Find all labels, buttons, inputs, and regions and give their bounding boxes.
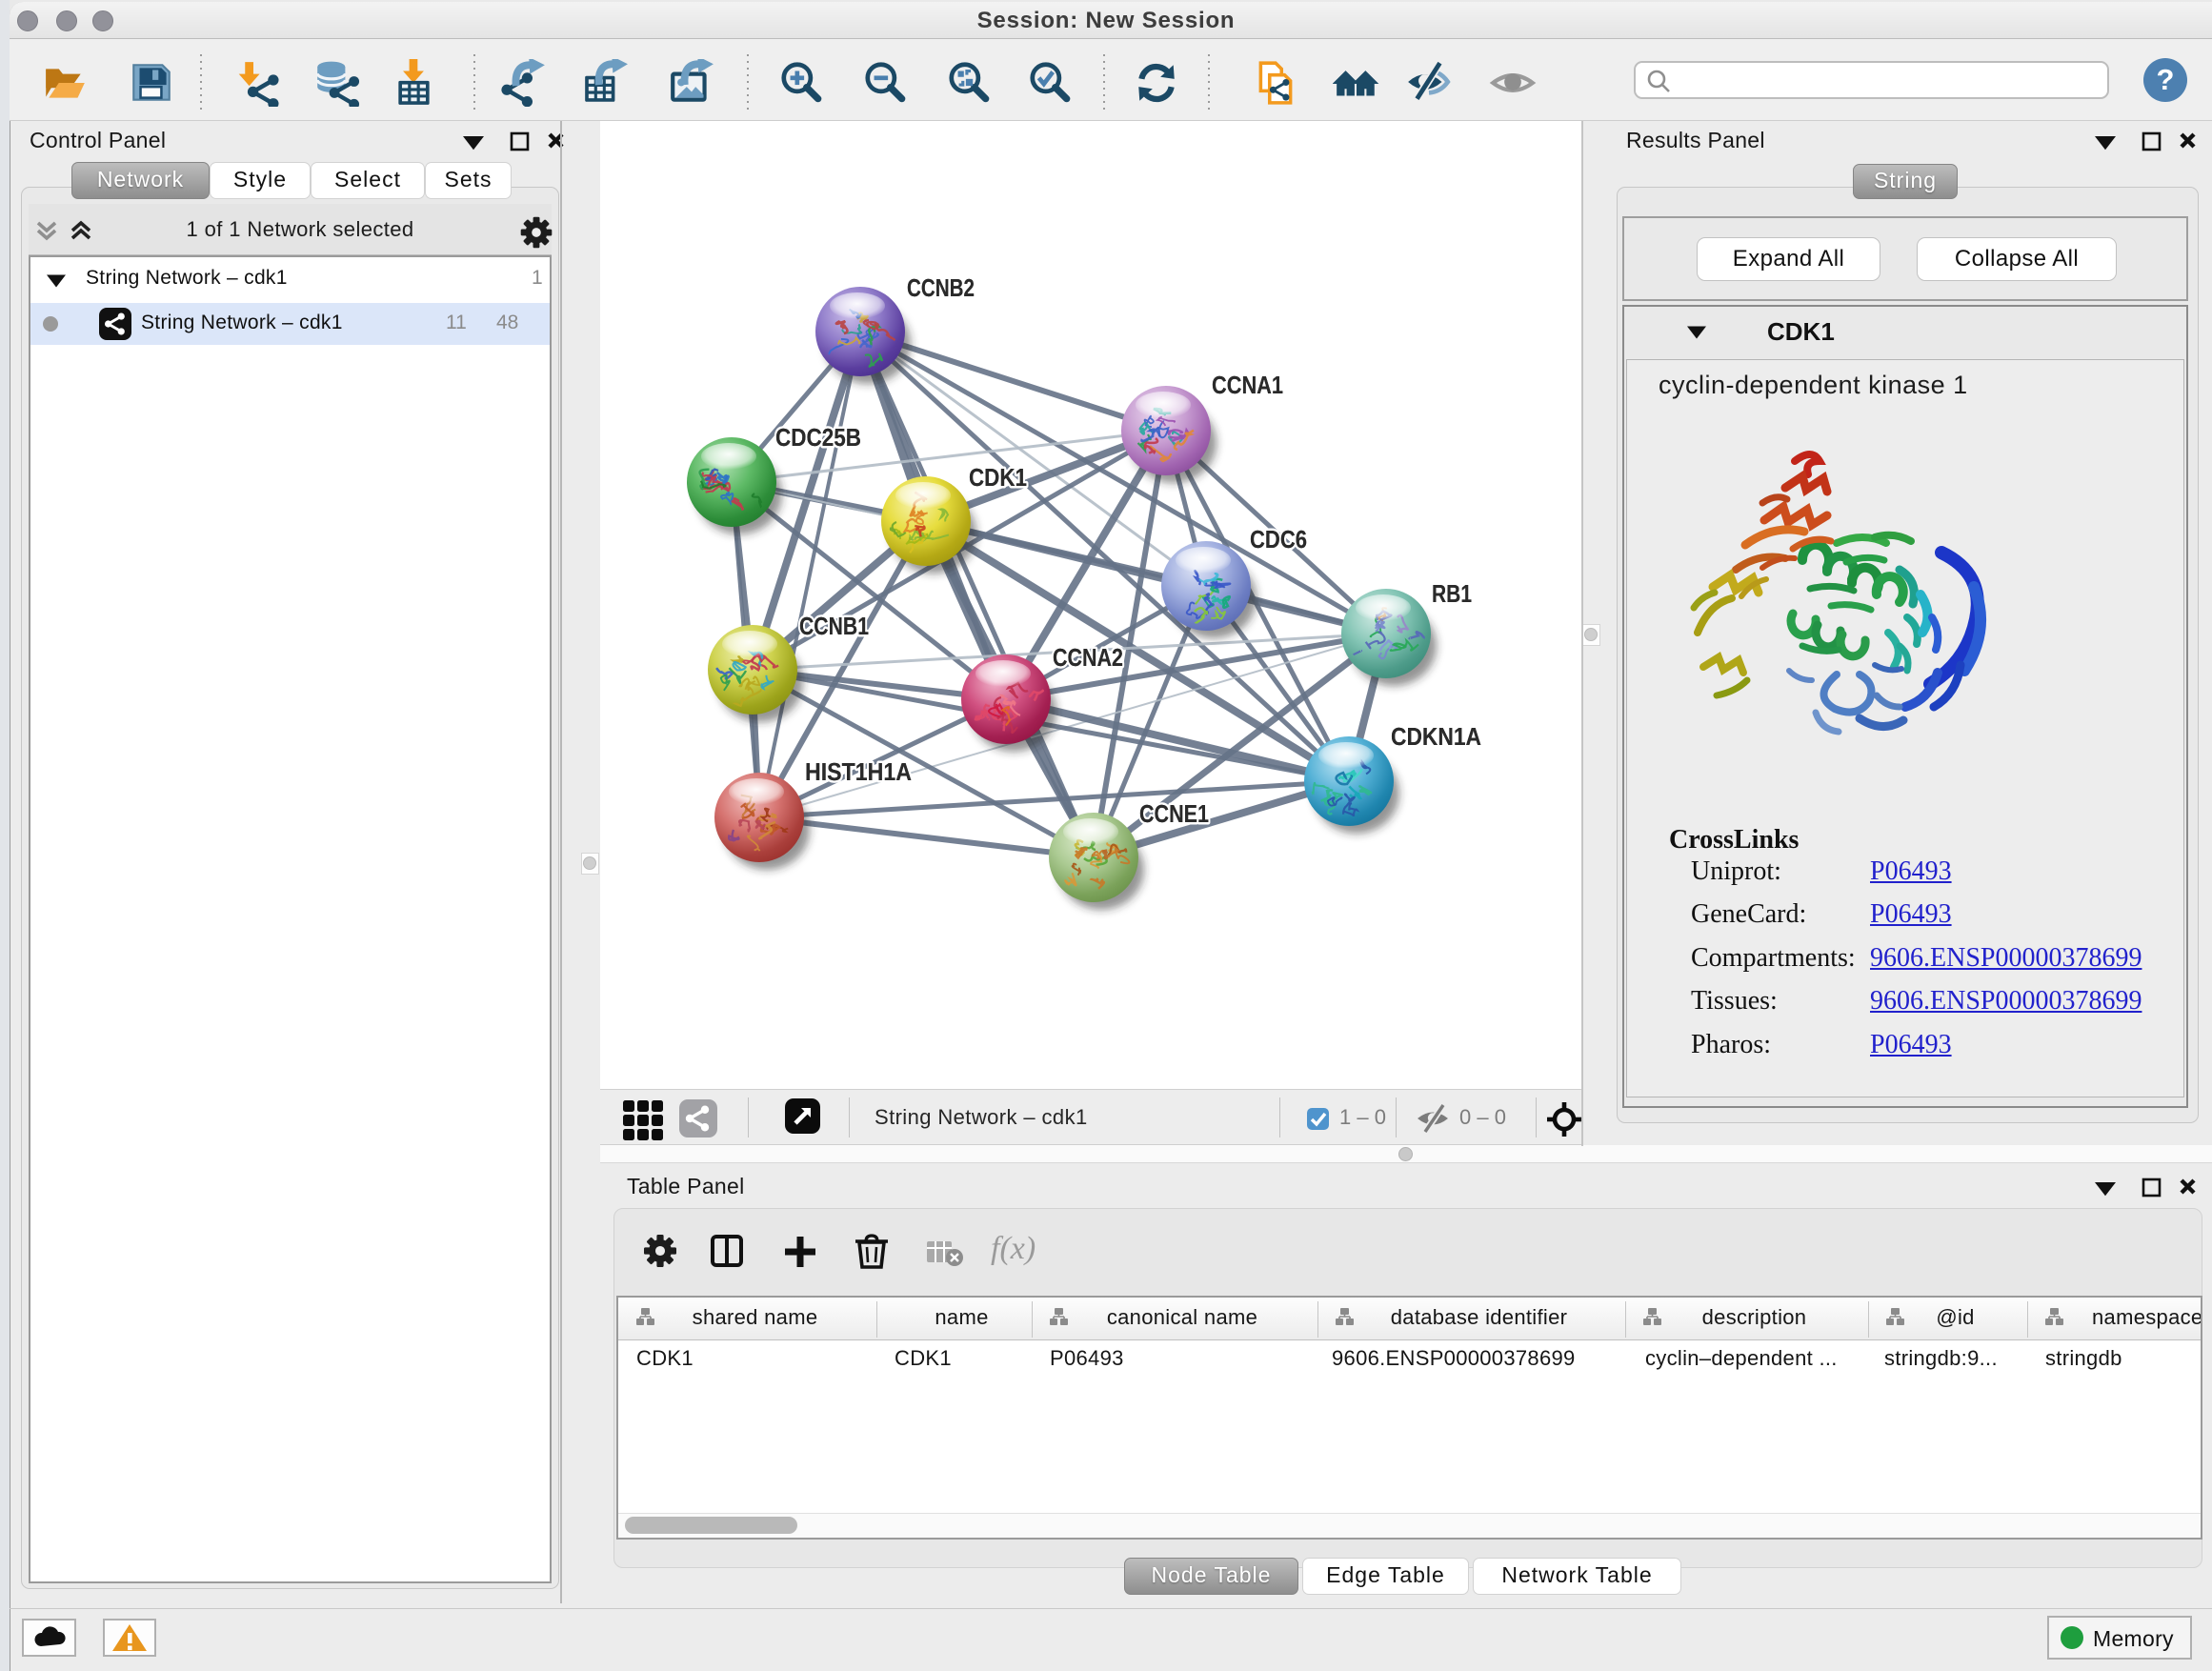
svg-text:RB1: RB1	[1432, 579, 1472, 608]
svg-text:CDC6: CDC6	[1250, 525, 1307, 554]
svg-text:CDC25B: CDC25B	[775, 423, 861, 452]
svg-text:CCNA1: CCNA1	[1212, 371, 1283, 399]
svg-text:CCNA2: CCNA2	[1053, 643, 1123, 672]
svg-text:CDK1: CDK1	[969, 463, 1027, 492]
svg-text:HIST1H1A: HIST1H1A	[805, 757, 912, 786]
svg-text:CCNB1: CCNB1	[799, 612, 869, 640]
svg-text:CCNE1: CCNE1	[1139, 799, 1209, 828]
svg-text:CCNB2: CCNB2	[907, 273, 975, 302]
svg-text:CDKN1A: CDKN1A	[1391, 722, 1481, 751]
